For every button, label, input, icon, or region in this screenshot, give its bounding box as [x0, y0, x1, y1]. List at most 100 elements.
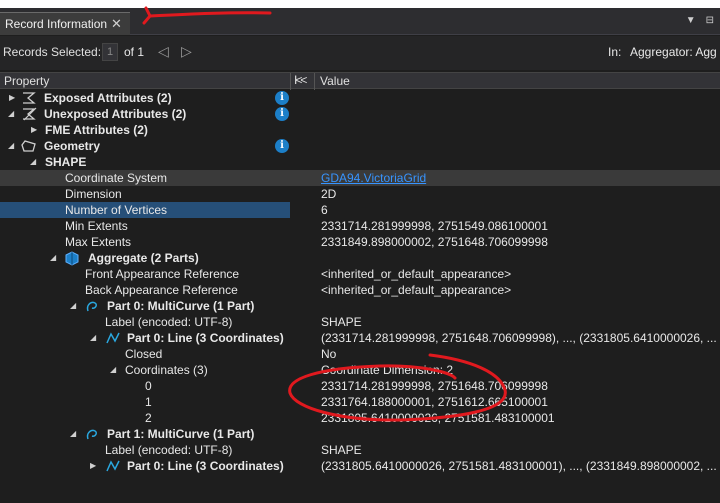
tab-title: Record Information: [5, 17, 108, 31]
tree-row[interactable]: Min Extents 2331714.281999998, 2751549.0…: [0, 218, 720, 234]
row-label: Part 0: Line (3 Coordinates): [127, 459, 284, 473]
row-label: Unexposed Attributes (2): [44, 107, 187, 121]
tree-row[interactable]: 0 2331714.281999998, 2751648.706099998: [0, 378, 720, 394]
collapse-all-icon[interactable]: I<<: [294, 73, 307, 87]
next-record-icon[interactable]: ▷: [181, 43, 192, 60]
dropdown-icon[interactable]: ▼: [686, 15, 696, 26]
tree-row[interactable]: Label (encoded: UTF-8) SHAPE: [0, 442, 720, 458]
row-value: 2331714.281999998, 2751549.086100001: [321, 219, 548, 233]
row-label: Min Extents: [65, 219, 128, 233]
tree-row[interactable]: Number of Vertices 6: [0, 202, 720, 218]
tree-row[interactable]: Dimension 2D: [0, 186, 720, 202]
row-label: Exposed Attributes (2): [44, 91, 172, 105]
tabbar-controls: ▼ ⊟: [686, 15, 714, 26]
tree-row[interactable]: Closed No: [0, 346, 720, 362]
info-icon[interactable]: i: [275, 91, 289, 105]
previous-record-icon[interactable]: ◁: [158, 43, 169, 60]
top-strip: [0, 0, 720, 8]
tab-record-information[interactable]: Record Information ✕: [0, 12, 130, 35]
collapse-arrow-icon[interactable]: ◢: [30, 154, 36, 170]
collapse-arrow-icon[interactable]: ◢: [50, 250, 56, 266]
row-label: SHAPE: [45, 155, 87, 169]
collapse-arrow-icon[interactable]: ◢: [70, 298, 76, 314]
row-label: Back Appearance Reference: [85, 283, 238, 297]
tree-row[interactable]: ◢ Geometry i: [0, 138, 720, 154]
row-label: Number of Vertices: [65, 203, 168, 217]
geometry-icon: [21, 140, 36, 152]
unexposed-attributes-icon: [23, 107, 37, 121]
row-value: 2331714.281999998, 2751648.706099998: [321, 379, 548, 393]
row-value: (2331714.281999998, 2751648.706099998), …: [321, 331, 717, 345]
multicurve-icon: [86, 301, 97, 312]
tree-row[interactable]: 2 2331805.6410000026, 2751581.483100001: [0, 410, 720, 426]
tree-row[interactable]: Max Extents 2331849.898000002, 2751648.7…: [0, 234, 720, 250]
tree-row[interactable]: ◢ Part 0: Line (3 Coordinates) (2331714.…: [0, 330, 720, 346]
expand-arrow-icon[interactable]: ▶: [9, 90, 15, 106]
tree-row[interactable]: ◢ Part 1: MultiCurve (1 Part): [0, 426, 720, 442]
tab-bar: Record Information ✕ ▼ ⊟: [0, 8, 720, 35]
info-icon[interactable]: i: [275, 139, 289, 153]
value-column-header[interactable]: Value: [320, 74, 350, 88]
line-icon: [106, 460, 120, 472]
row-label: Front Appearance Reference: [85, 267, 240, 281]
collapse-arrow-icon[interactable]: ◢: [90, 330, 96, 346]
row-value: SHAPE: [321, 443, 362, 457]
collapse-arrow-icon[interactable]: ◢: [8, 138, 14, 154]
tree-row[interactable]: ▶ FME Attributes (2): [0, 122, 720, 138]
source-transformer: Aggregator: Agg: [630, 45, 717, 59]
row-value: 6: [321, 203, 328, 217]
row-label: Closed: [125, 347, 163, 361]
row-value: 2D: [321, 187, 337, 201]
tree-row[interactable]: Label (encoded: UTF-8) SHAPE: [0, 314, 720, 330]
row-label: Part 1: MultiCurve (1 Part): [107, 427, 255, 441]
expand-arrow-icon[interactable]: ▶: [90, 458, 96, 474]
collapse-arrow-icon[interactable]: ◢: [70, 426, 76, 442]
row-label: Aggregate (2 Parts): [88, 251, 199, 265]
tree-row[interactable]: Front Appearance Reference <inherited_or…: [0, 266, 720, 282]
row-label: Coordinates (3): [125, 363, 208, 377]
row-label: 0: [145, 379, 152, 393]
row-label: FME Attributes (2): [45, 123, 148, 137]
in-label: In:: [608, 45, 622, 59]
close-icon[interactable]: ✕: [111, 16, 122, 32]
collapse-arrow-icon[interactable]: ◢: [8, 106, 14, 122]
tree-row[interactable]: Coordinate System GDA94.VictoriaGrid: [0, 170, 720, 186]
row-value: 2331805.6410000026, 2751581.483100001: [321, 411, 555, 425]
record-number-input[interactable]: 1: [102, 43, 118, 61]
row-label: Part 0: Line (3 Coordinates): [127, 331, 284, 345]
column-divider[interactable]: [314, 73, 315, 90]
row-value: (2331805.6410000026, 2751581.483100001),…: [321, 459, 717, 473]
tree-row[interactable]: ▶ Exposed Attributes (2) i: [0, 90, 720, 106]
pin-icon[interactable]: ⊟: [706, 15, 714, 26]
tree-row[interactable]: ◢ Part 0: MultiCurve (1 Part): [0, 298, 720, 314]
records-selected-label: Records Selected:: [3, 45, 102, 59]
tree-row[interactable]: ▶ Part 0: Line (3 Coordinates) (2331805.…: [0, 458, 720, 474]
row-label: Max Extents: [65, 235, 132, 249]
expand-arrow-icon[interactable]: ▶: [31, 122, 37, 138]
line-icon: [106, 332, 120, 344]
tree-row[interactable]: Back Appearance Reference <inherited_or_…: [0, 282, 720, 298]
row-label: Coordinate System: [65, 171, 168, 185]
record-count: of 1: [124, 45, 145, 59]
row-label: Label (encoded: UTF-8): [105, 443, 233, 457]
tree-row[interactable]: ◢ Unexposed Attributes (2) i: [0, 106, 720, 122]
row-value: 2331764.188000001, 2751612.665100001: [321, 395, 548, 409]
column-header: Property I<< Value: [0, 72, 720, 90]
row-value: No: [321, 347, 337, 361]
tree-row[interactable]: ◢ Coordinates (3) Coordinate Dimension: …: [0, 362, 720, 378]
info-icon[interactable]: i: [275, 107, 289, 121]
coordinate-system-link[interactable]: GDA94.VictoriaGrid: [321, 170, 426, 186]
row-label: Geometry: [44, 139, 101, 153]
row-value: <inherited_or_default_appearance>: [321, 283, 512, 297]
tree-row[interactable]: ◢ SHAPE: [0, 154, 720, 170]
tree-row[interactable]: ◢ Aggregate (2 Parts): [0, 250, 720, 266]
row-label: 1: [145, 395, 152, 409]
property-column-header[interactable]: Property: [4, 74, 49, 88]
collapse-arrow-icon[interactable]: ◢: [110, 362, 116, 378]
column-divider[interactable]: [290, 73, 291, 90]
tree-row[interactable]: 1 2331764.188000001, 2751612.665100001: [0, 394, 720, 410]
row-value: Coordinate Dimension: 2: [321, 363, 454, 377]
multicurve-icon: [86, 429, 97, 440]
exposed-attributes-icon: [23, 92, 36, 104]
row-value: SHAPE: [321, 315, 362, 329]
